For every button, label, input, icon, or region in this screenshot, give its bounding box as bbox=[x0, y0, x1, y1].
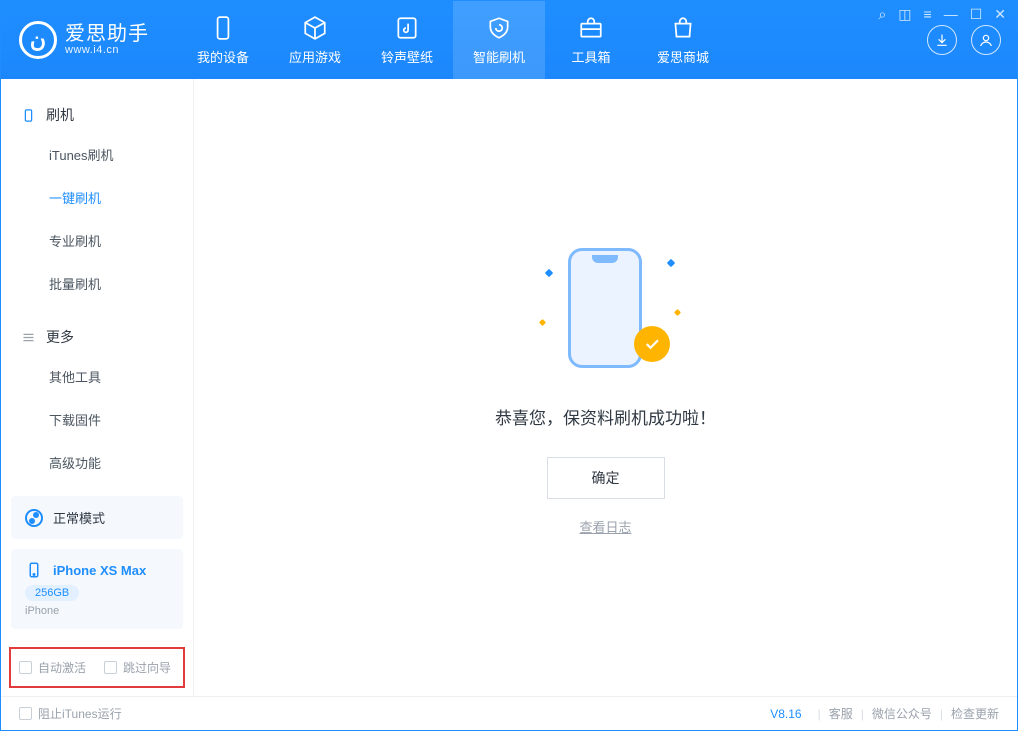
checkbox-block-itunes[interactable]: 阻止iTunes运行 bbox=[19, 705, 122, 722]
phone-icon bbox=[210, 15, 236, 41]
bag-icon bbox=[670, 15, 696, 41]
version-label: V8.16 bbox=[770, 707, 801, 721]
list-icon bbox=[21, 330, 36, 345]
sidebar-item-batch-flash[interactable]: 批量刷机 bbox=[1, 262, 193, 305]
checkbox-auto-activate[interactable]: 自动激活 bbox=[19, 659, 86, 676]
logo-icon: ن bbox=[19, 21, 57, 59]
sidebar-item-onekey-flash[interactable]: 一键刷机 bbox=[1, 176, 193, 219]
tab-label: 应用游戏 bbox=[289, 47, 341, 66]
phone-illustration-icon bbox=[568, 248, 642, 368]
success-message: 恭喜您，保资料刷机成功啦！ bbox=[495, 404, 716, 429]
sidebar-section-more: 更多 bbox=[1, 319, 193, 355]
cube-icon bbox=[302, 15, 328, 41]
app-subtitle: www.i4.cn bbox=[65, 44, 149, 56]
tab-label: 爱思商城 bbox=[657, 47, 709, 66]
tab-label: 我的设备 bbox=[197, 47, 249, 66]
checkbox-skip-guide[interactable]: 跳过向导 bbox=[104, 659, 171, 676]
checkbox-label: 跳过向导 bbox=[123, 659, 171, 676]
user-icon bbox=[978, 32, 994, 48]
checkbox-icon bbox=[104, 661, 117, 674]
logo[interactable]: ن 爱思助手 www.i4.cn bbox=[19, 21, 149, 59]
sidebar-item-advanced[interactable]: 高级功能 bbox=[1, 441, 193, 484]
checkbox-icon bbox=[19, 707, 32, 720]
toolbox-icon bbox=[578, 15, 604, 41]
tab-label: 工具箱 bbox=[571, 47, 610, 66]
maximize-button[interactable]: ☐ bbox=[970, 6, 983, 23]
sidebar-item-download-firmware[interactable]: 下载固件 bbox=[1, 398, 193, 441]
separator: | bbox=[861, 707, 864, 721]
phone-small-icon bbox=[21, 108, 36, 123]
check-update-link[interactable]: 检查更新 bbox=[951, 705, 999, 722]
download-button[interactable] bbox=[927, 25, 957, 55]
ok-button[interactable]: 确定 bbox=[547, 457, 665, 499]
tab-smart-flash[interactable]: 智能刷机 bbox=[453, 1, 545, 79]
feedback-icon[interactable]: ◫ bbox=[898, 6, 911, 23]
device-type: iPhone bbox=[25, 605, 169, 617]
checkbox-label: 阻止iTunes运行 bbox=[38, 705, 122, 722]
tab-store[interactable]: 爱思商城 bbox=[637, 1, 729, 79]
tshirt-icon[interactable]: ⌕ bbox=[878, 6, 886, 23]
separator: | bbox=[818, 707, 821, 721]
view-log-link[interactable]: 查看日志 bbox=[579, 517, 631, 536]
storage-badge: 256GB bbox=[25, 585, 79, 601]
tab-ringtones[interactable]: 铃声壁纸 bbox=[361, 1, 453, 79]
sidebar-item-pro-flash[interactable]: 专业刷机 bbox=[1, 219, 193, 262]
download-icon bbox=[934, 32, 950, 48]
mode-label: 正常模式 bbox=[53, 508, 105, 527]
checkbox-icon bbox=[19, 661, 32, 674]
tab-toolbox[interactable]: 工具箱 bbox=[545, 1, 637, 79]
shield-refresh-icon bbox=[486, 15, 512, 41]
device-phone-icon bbox=[25, 561, 43, 579]
sidebar-section-flash: 刷机 bbox=[1, 97, 193, 133]
highlighted-options: 自动激活 跳过向导 bbox=[9, 647, 185, 688]
success-illustration bbox=[536, 240, 676, 380]
header: ن 爱思助手 www.i4.cn 我的设备 应用游戏 铃声壁纸 智能刷机 工具箱 bbox=[1, 1, 1017, 79]
nav-tabs: 我的设备 应用游戏 铃声壁纸 智能刷机 工具箱 爱思商城 bbox=[177, 1, 729, 79]
main-content: 恭喜您，保资料刷机成功啦！ 确定 查看日志 bbox=[194, 79, 1017, 696]
wechat-link[interactable]: 微信公众号 bbox=[872, 705, 932, 722]
separator: | bbox=[940, 707, 943, 721]
tab-label: 智能刷机 bbox=[473, 47, 525, 66]
menu-icon[interactable]: ≡ bbox=[924, 6, 932, 23]
tab-label: 铃声壁纸 bbox=[381, 47, 433, 66]
mode-icon bbox=[25, 509, 43, 527]
section-label: 更多 bbox=[46, 327, 74, 347]
support-link[interactable]: 客服 bbox=[829, 705, 853, 722]
mode-card[interactable]: 正常模式 bbox=[11, 496, 183, 539]
device-name: iPhone XS Max bbox=[53, 563, 146, 578]
section-label: 刷机 bbox=[46, 105, 74, 125]
check-badge-icon bbox=[634, 326, 670, 362]
music-icon bbox=[394, 15, 420, 41]
tab-apps-games[interactable]: 应用游戏 bbox=[269, 1, 361, 79]
account-button[interactable] bbox=[971, 25, 1001, 55]
app-title: 爱思助手 bbox=[65, 24, 149, 44]
sidebar-item-itunes-flash[interactable]: iTunes刷机 bbox=[1, 133, 193, 176]
tab-my-device[interactable]: 我的设备 bbox=[177, 1, 269, 79]
window-controls: ⌕ ◫ ≡ — ☐ ✕ bbox=[878, 6, 1006, 23]
sidebar: 刷机 iTunes刷机 一键刷机 专业刷机 批量刷机 更多 其他工具 下载固件 … bbox=[1, 79, 194, 696]
device-card[interactable]: iPhone XS Max 256GB iPhone bbox=[11, 549, 183, 629]
checkbox-label: 自动激活 bbox=[38, 659, 86, 676]
minimize-button[interactable]: — bbox=[944, 6, 958, 23]
status-bar: 阻止iTunes运行 V8.16 | 客服 | 微信公众号 | 检查更新 bbox=[1, 696, 1017, 730]
sidebar-item-other-tools[interactable]: 其他工具 bbox=[1, 355, 193, 398]
close-button[interactable]: ✕ bbox=[994, 6, 1006, 23]
